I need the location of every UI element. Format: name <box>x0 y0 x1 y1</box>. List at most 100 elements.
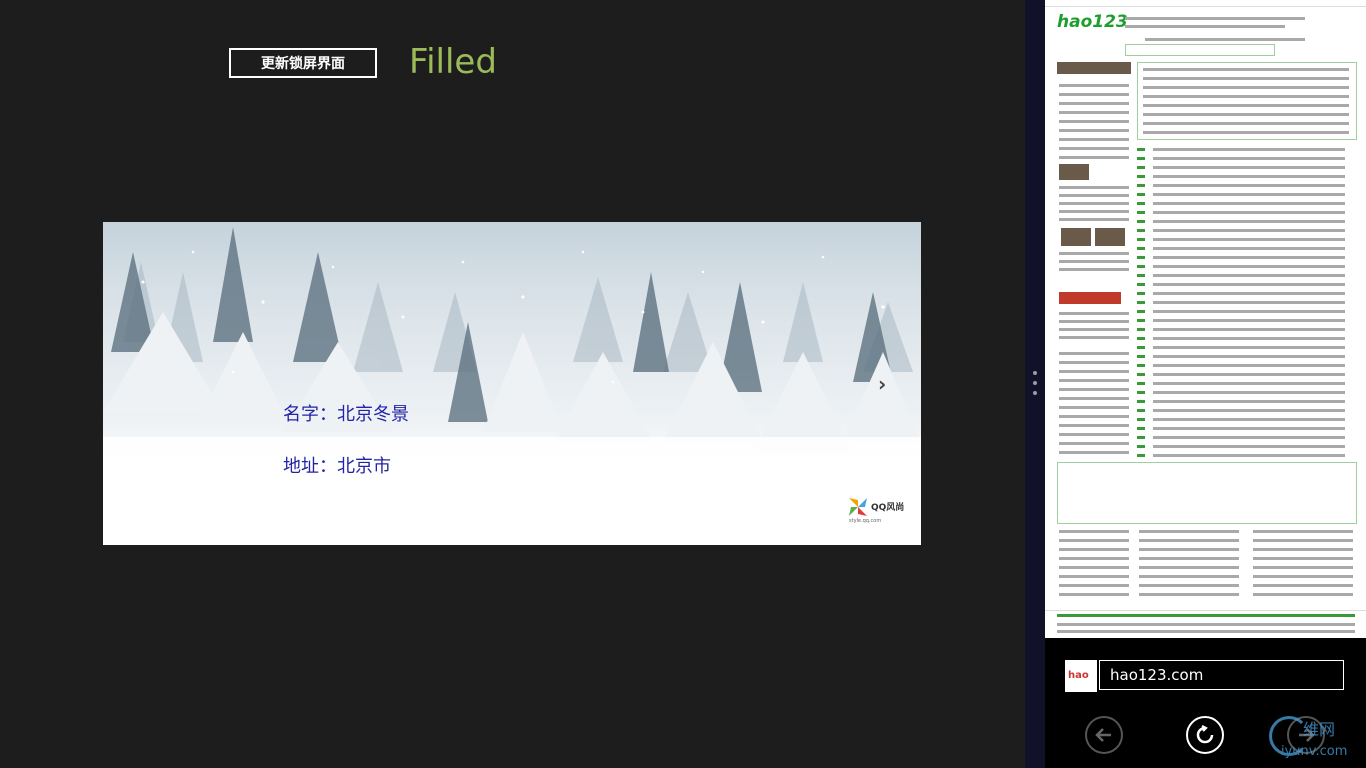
header-links <box>1125 25 1285 28</box>
directory-row <box>1137 202 1145 205</box>
directory-row <box>1137 454 1145 457</box>
directory-row <box>1137 238 1145 241</box>
top-divider <box>1045 6 1366 7</box>
directory-row <box>1059 415 1129 418</box>
directory-row <box>1139 584 1239 587</box>
directory-row <box>1059 328 1129 331</box>
news-thumbnail <box>1095 228 1125 246</box>
directory-row <box>1139 593 1239 596</box>
directory-row <box>1059 320 1129 323</box>
featured-sites-box <box>1137 62 1357 140</box>
directory-row <box>1059 370 1129 373</box>
directory-row <box>1153 382 1345 385</box>
directory-row <box>1059 84 1129 87</box>
directory-row <box>1253 548 1353 551</box>
header-links <box>1125 17 1305 20</box>
next-image-arrow-icon[interactable]: › <box>878 372 886 396</box>
directory-row <box>1059 406 1129 409</box>
directory-row <box>1059 557 1129 560</box>
footer-heading <box>1057 614 1355 617</box>
directory-row <box>1059 186 1129 189</box>
directory-row <box>1137 391 1145 394</box>
directory-row <box>1153 400 1345 403</box>
directory-row <box>1059 138 1129 141</box>
directory-row <box>1139 575 1239 578</box>
directory-row <box>1153 292 1345 295</box>
url-input[interactable] <box>1099 660 1344 690</box>
directory-row <box>1153 283 1345 286</box>
directory-row <box>1059 388 1129 391</box>
directory-row <box>1137 292 1145 295</box>
directory-row <box>1153 364 1345 367</box>
directory-row <box>1137 247 1145 250</box>
directory-row <box>1059 218 1129 221</box>
news-thumbnail <box>1059 164 1089 180</box>
update-lock-screen-button[interactable]: 更新锁屏界面 <box>229 48 377 78</box>
directory-row <box>1253 557 1353 560</box>
site-watermark: 维网 iyunv.com <box>1265 708 1365 768</box>
favicon-text: hao <box>1068 670 1089 681</box>
directory-row <box>1139 539 1239 542</box>
directory-row <box>1137 220 1145 223</box>
directory-row <box>1143 104 1349 107</box>
snap-splitter[interactable] <box>1025 0 1045 768</box>
directory-row <box>1137 364 1145 367</box>
lock-screen-image: 名字：北京冬景 地址：北京市 › QQ风尚 style.qq.com <box>103 222 921 545</box>
directory-row <box>1059 397 1129 400</box>
qq-logo-subtext: style.qq.com <box>849 518 882 524</box>
directory-row <box>1137 400 1145 403</box>
directory-row <box>1137 445 1145 448</box>
directory-row <box>1137 184 1145 187</box>
directory-row <box>1059 210 1129 213</box>
hao123-page-logo[interactable]: hao123 <box>1057 12 1128 32</box>
directory-row <box>1059 593 1129 596</box>
directory-row <box>1153 256 1345 259</box>
directory-row <box>1253 539 1353 542</box>
watermark-bottom-text: iyunv.com <box>1281 744 1348 759</box>
directory-row <box>1153 346 1345 349</box>
snapped-browser-pane: hao123 hao hao123.com 维网 iyunv.com <box>1045 0 1366 768</box>
directory-row <box>1137 301 1145 304</box>
directory-row <box>1143 113 1349 116</box>
directory-row <box>1059 361 1129 364</box>
directory-row <box>1137 337 1145 340</box>
directory-row <box>1143 77 1349 80</box>
directory-row <box>1137 436 1145 439</box>
directory-row <box>1059 260 1129 263</box>
directory-row <box>1153 310 1345 313</box>
directory-row <box>1137 274 1145 277</box>
directory-row <box>1153 211 1345 214</box>
directory-row <box>1143 122 1349 125</box>
directory-row <box>1137 346 1145 349</box>
directory-row <box>1153 391 1345 394</box>
directory-row <box>1153 193 1345 196</box>
directory-row <box>1153 436 1345 439</box>
directory-row <box>1137 148 1145 151</box>
refresh-button[interactable] <box>1186 716 1224 754</box>
directory-row <box>1253 575 1353 578</box>
view-state-label: Filled <box>409 42 497 82</box>
directory-row <box>1059 530 1129 533</box>
directory-row <box>1153 328 1345 331</box>
webpage-viewport[interactable]: hao123 <box>1045 0 1366 638</box>
site-favicon: hao <box>1065 660 1097 692</box>
directory-row <box>1137 211 1145 214</box>
news-thumbnail <box>1061 228 1091 246</box>
directory-row <box>1139 566 1239 569</box>
directory-row <box>1059 111 1129 114</box>
directory-row <box>1153 319 1345 322</box>
directory-row <box>1137 265 1145 268</box>
arrow-left-icon <box>1095 728 1111 742</box>
directory-row <box>1153 184 1345 187</box>
directory-row <box>1137 373 1145 376</box>
splitter-grip-dot <box>1033 391 1037 395</box>
directory-row <box>1059 147 1129 150</box>
directory-row <box>1059 539 1129 542</box>
directory-row <box>1143 68 1349 71</box>
directory-row <box>1253 584 1353 587</box>
directory-row <box>1137 256 1145 259</box>
pinwheel-icon <box>849 498 867 516</box>
directory-row <box>1137 328 1145 331</box>
directory-row <box>1153 265 1345 268</box>
back-button[interactable] <box>1085 716 1123 754</box>
